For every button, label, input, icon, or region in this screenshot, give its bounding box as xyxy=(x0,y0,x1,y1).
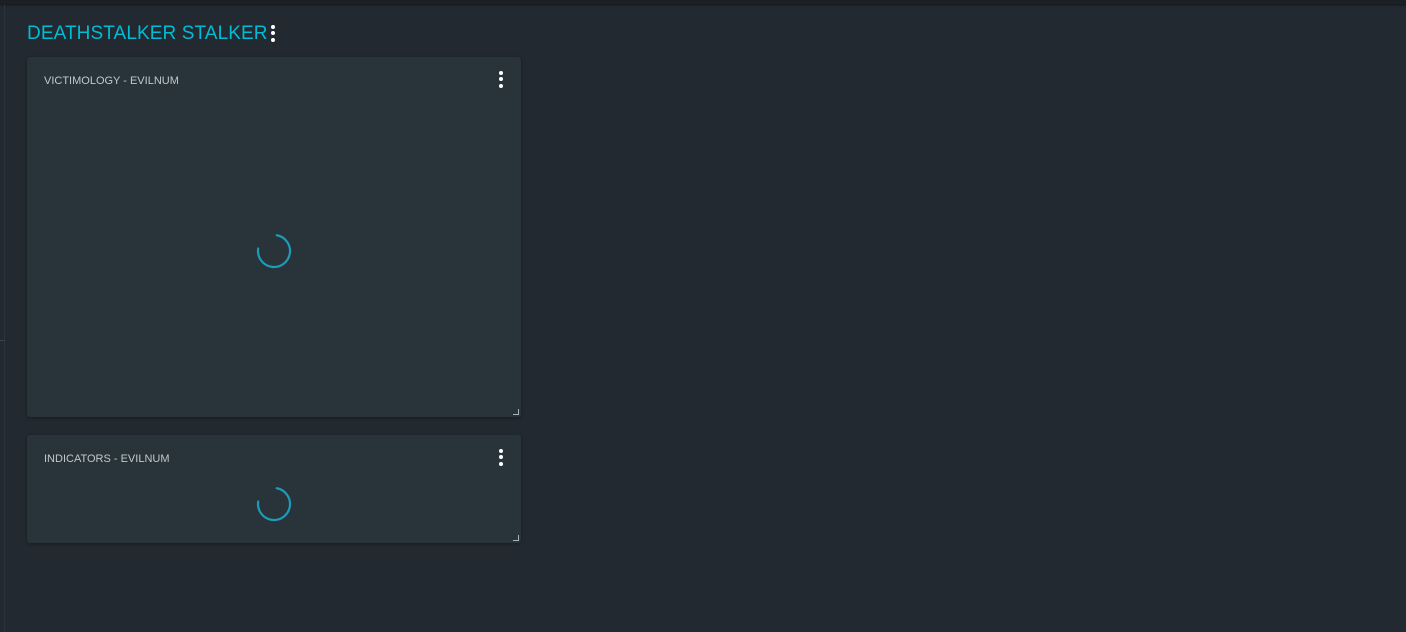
left-nav-divider xyxy=(4,4,5,632)
top-app-bar-edge xyxy=(0,0,1406,4)
widget-indicators: INDICATORS - EVILNUM xyxy=(27,435,521,543)
widget-victimology: VICTIMOLOGY - EVILNUM xyxy=(27,57,521,417)
loading-spinner-icon xyxy=(256,233,292,269)
dashboard-title: DEATHSTALKER STALKER xyxy=(27,23,268,44)
more-vert-icon[interactable] xyxy=(493,69,509,89)
dashboard-page: DEATHSTALKER STALKER VICTIMOLOGY - EVILN… xyxy=(0,0,1406,632)
resize-handle[interactable] xyxy=(513,409,519,415)
more-vert-icon[interactable] xyxy=(265,23,281,43)
widget-title: INDICATORS - EVILNUM xyxy=(44,453,170,465)
loading-spinner-icon xyxy=(256,486,292,522)
widget-title: VICTIMOLOGY - EVILNUM xyxy=(44,75,179,87)
resize-handle[interactable] xyxy=(513,535,519,541)
left-nav-tick xyxy=(0,340,5,341)
more-vert-icon[interactable] xyxy=(493,447,509,467)
